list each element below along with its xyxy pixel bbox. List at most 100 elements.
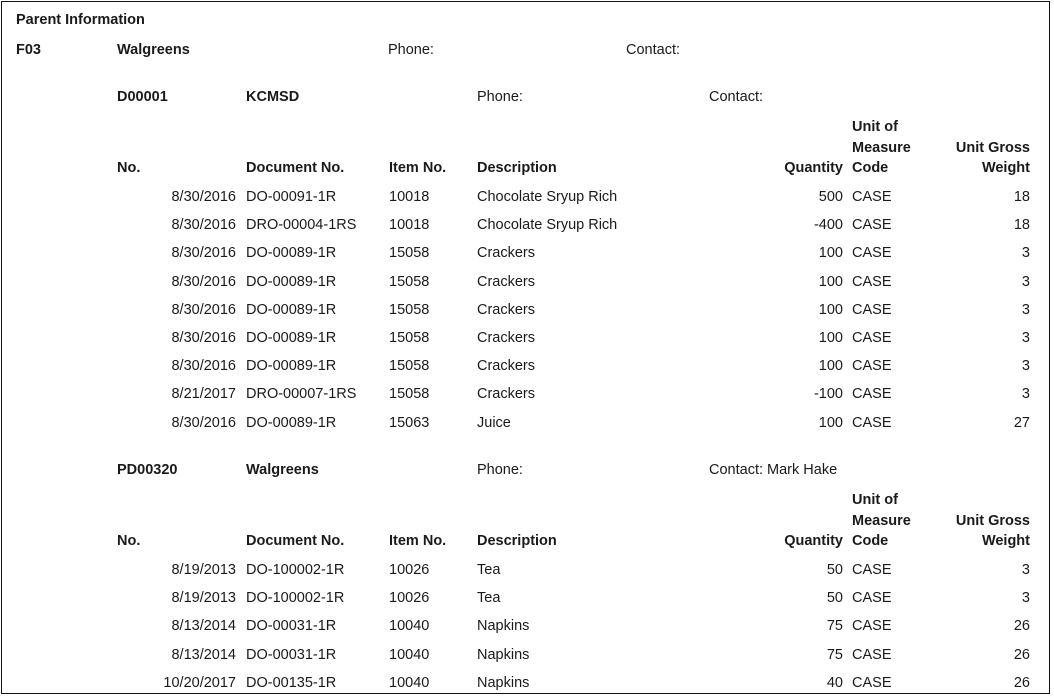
row-uom: CASE <box>852 386 892 403</box>
row-date: 8/30/2016 <box>171 358 236 375</box>
row-weight: 3 <box>1021 358 1030 375</box>
row-date: 8/21/2017 <box>171 386 236 403</box>
header-quantity: Quantity <box>784 160 843 176</box>
row-uom: CASE <box>852 590 892 607</box>
parent-code: F03 <box>16 42 41 58</box>
row-quantity: 50 <box>826 590 843 607</box>
row-document-no: DRO-00007-1RS <box>246 386 357 403</box>
row-document-no: DO-00089-1R <box>246 358 337 375</box>
row-document-no: DO-00089-1R <box>246 301 337 318</box>
row-weight: 3 <box>1021 562 1030 578</box>
row-document-no: DO-00089-1R <box>246 414 337 431</box>
group-contact-label: Contact: <box>709 89 763 105</box>
row-weight: 3 <box>1021 386 1030 403</box>
parent-phone-label: Phone: <box>388 42 434 58</box>
row-document-no: DO-00135-1R <box>246 674 337 691</box>
row-uom: CASE <box>852 646 892 663</box>
row-document-no: DO-00089-1R <box>246 330 337 346</box>
header-item-no: Item No. <box>389 533 447 549</box>
row-quantity: 75 <box>826 646 843 663</box>
parent-contact-label: Contact: <box>626 42 680 58</box>
row-uom: CASE <box>852 245 892 262</box>
row-description: Tea <box>477 562 501 578</box>
group-name: KCMSD <box>246 89 300 105</box>
header-uom-line1: Unit of <box>852 119 898 135</box>
row-description: Napkins <box>477 646 530 663</box>
header-uom-line3: Code <box>852 160 889 176</box>
row-item-no: 10026 <box>389 590 430 607</box>
row-document-no: DO-100002-1R <box>246 590 345 607</box>
row-item-no: 15058 <box>389 330 430 346</box>
header-weight-line1: Unit Gross <box>955 512 1030 529</box>
row-date: 8/30/2016 <box>171 245 236 262</box>
row-date: 8/30/2016 <box>171 301 236 318</box>
row-description: Juice <box>477 414 511 431</box>
row-description: Crackers <box>477 273 536 290</box>
row-uom: CASE <box>852 562 892 578</box>
row-uom: CASE <box>852 301 892 318</box>
row-quantity: 75 <box>826 618 843 635</box>
row-item-no: 10026 <box>389 562 430 578</box>
row-document-no: DO-00031-1R <box>246 646 337 663</box>
row-document-no: DO-00089-1R <box>246 245 337 262</box>
header-no: No. <box>117 160 141 176</box>
row-quantity: -100 <box>813 386 843 403</box>
row-quantity: 100 <box>818 358 843 375</box>
row-date: 8/30/2016 <box>171 217 236 234</box>
report-title: Parent Information <box>16 12 145 28</box>
header-no: No. <box>117 533 141 549</box>
row-uom: CASE <box>852 273 892 290</box>
row-date: 8/19/2013 <box>171 590 236 607</box>
row-quantity: 500 <box>818 189 843 205</box>
header-uom-line2: Measure <box>852 139 911 156</box>
header-quantity: Quantity <box>784 533 843 549</box>
row-description: Crackers <box>477 301 536 318</box>
row-description: Crackers <box>477 358 536 375</box>
row-date: 8/13/2014 <box>171 618 236 635</box>
row-item-no: 10040 <box>389 618 430 635</box>
row-date: 8/30/2016 <box>171 414 236 431</box>
header-description: Description <box>477 160 557 176</box>
row-weight: 18 <box>1013 217 1030 234</box>
row-item-no: 15058 <box>389 301 430 318</box>
row-item-no: 15058 <box>389 358 430 375</box>
row-weight: 26 <box>1013 646 1030 663</box>
row-item-no: 10018 <box>389 189 430 205</box>
row-item-no: 15058 <box>389 245 430 262</box>
row-document-no: DO-100002-1R <box>246 562 345 578</box>
row-description: Tea <box>477 590 501 607</box>
header-item-no: Item No. <box>389 160 447 176</box>
row-uom: CASE <box>852 358 892 375</box>
row-weight: 18 <box>1013 189 1030 205</box>
row-weight: 27 <box>1013 414 1030 431</box>
row-weight: 3 <box>1021 301 1030 318</box>
group-phone-label: Phone: <box>477 462 523 478</box>
row-date: 10/20/2017 <box>163 674 236 691</box>
row-item-no: 15063 <box>389 414 430 431</box>
row-weight: 26 <box>1013 674 1030 691</box>
row-uom: CASE <box>852 189 892 205</box>
header-weight-line1: Unit Gross <box>955 139 1030 156</box>
row-weight: 3 <box>1021 330 1030 346</box>
row-description: Crackers <box>477 386 536 403</box>
group-code: D00001 <box>117 89 168 105</box>
row-document-no: DO-00089-1R <box>246 273 337 290</box>
row-weight: 3 <box>1021 273 1030 290</box>
row-date: 8/13/2014 <box>171 646 236 663</box>
row-uom: CASE <box>852 674 892 691</box>
row-quantity: 100 <box>818 414 843 431</box>
row-description: Chocolate Sryup Rich <box>477 189 618 205</box>
row-weight: 26 <box>1013 618 1030 635</box>
row-date: 8/30/2016 <box>171 330 236 346</box>
row-uom: CASE <box>852 618 892 635</box>
row-document-no: DO-00091-1R <box>246 189 337 205</box>
row-item-no: 15058 <box>389 386 430 403</box>
header-weight-line2: Weight <box>981 533 1030 549</box>
header-document-no: Document No. <box>246 533 345 549</box>
row-description: Chocolate Sryup Rich <box>477 217 618 234</box>
row-document-no: DRO-00004-1RS <box>246 217 357 234</box>
header-uom-line1: Unit of <box>852 492 898 508</box>
row-item-no: 10018 <box>389 217 430 234</box>
group-phone-label: Phone: <box>477 89 523 105</box>
row-weight: 3 <box>1021 590 1030 607</box>
